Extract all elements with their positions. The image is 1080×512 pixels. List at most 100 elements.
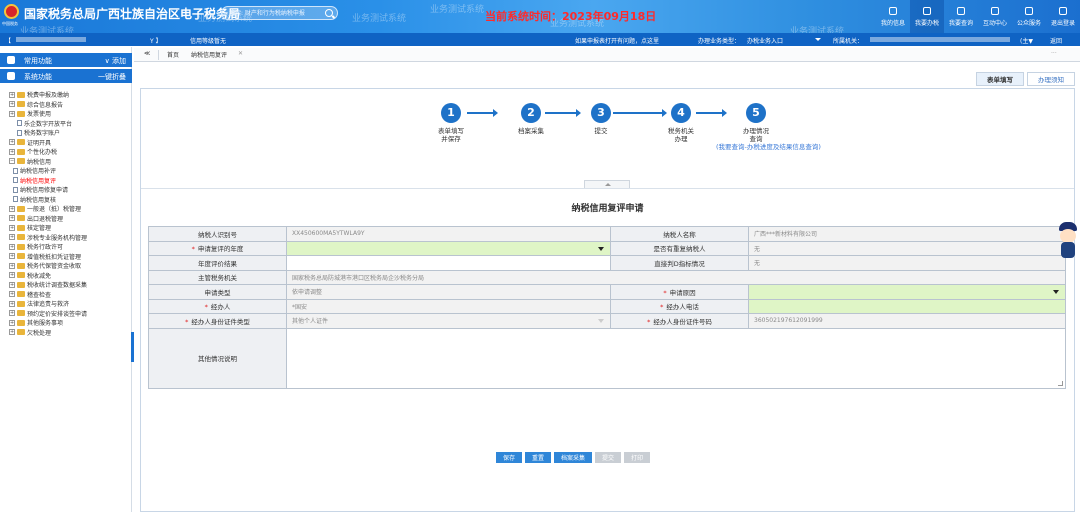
chevron-down-icon[interactable] [1053,290,1059,294]
sidebar-item[interactable]: + 增值税抵扣凭证管理 [0,252,132,262]
expand-icon[interactable]: + [9,110,15,117]
expand-icon[interactable]: + [9,319,15,326]
expand-icon[interactable]: + [9,281,15,288]
folder-icon [17,101,25,108]
sidebar-item[interactable]: +纳税信用修复申请 [0,185,132,195]
expand-icon[interactable]: + [9,329,15,336]
expand-icon[interactable]: + [9,224,15,231]
header-search-input[interactable] [229,9,319,18]
tab-form-fill[interactable]: 表单填写 [976,72,1024,86]
nav-do-tax[interactable]: 我要办税 [910,0,944,33]
nav-query[interactable]: 我要查询 [944,0,978,33]
common-functions-header[interactable]: 常用功能 ∨ 添加 [0,53,132,67]
expand-icon[interactable]: + [9,243,15,250]
reset-button[interactable]: 重置 [525,452,552,463]
search-icon[interactable] [325,9,333,17]
redacted-office [870,37,1010,42]
resize-handle-icon[interactable] [1058,380,1063,386]
sidebar-item[interactable]: + 欠税处理 [0,328,132,338]
agent-label: * 经办人 [148,298,287,314]
expand-icon[interactable]: + [9,234,15,241]
more-icon[interactable]: ··· [1051,50,1057,57]
collapse-all-button[interactable]: 一键折叠 [98,72,126,82]
header-search[interactable] [221,6,338,20]
tab-bar: ≪ 首页 纳税信用复评 ✕ ··· [134,48,1080,62]
arrow-icon [467,109,498,117]
sidebar-item[interactable]: + 预约定价安排谈签申请 [0,309,132,319]
expand-icon[interactable]: + [9,291,15,298]
agent-phone-input[interactable] [748,298,1066,314]
nav-interaction[interactable]: 互动中心 [978,0,1012,33]
collapse-icon[interactable]: − [9,158,15,165]
other-textarea[interactable] [286,327,1066,389]
sidebar-item[interactable]: + 一般退（抵）税管理 [0,204,132,214]
folder-icon [17,310,25,317]
sidebar-scrollbar[interactable] [131,332,134,362]
nav-my-info[interactable]: 我的信息 [876,0,910,33]
help-link[interactable]: 如果申报表打开有问题，点这里 [575,36,659,45]
tab-instructions[interactable]: 办理须知 [1027,72,1075,86]
sidebar-item[interactable]: − 纳税信用 [0,157,132,167]
sidebar-item[interactable]: + 涉税专业服务机构管理 [0,233,132,243]
archive-collect-button[interactable]: 档案采集 [554,452,593,463]
sidebar-item[interactable]: + 综合信息报告 [0,100,132,110]
chevron-down-icon[interactable] [598,246,604,251]
step-1: 1 表单填写 并保存 [411,103,491,143]
reason-select[interactable] [748,284,1066,300]
sidebar-item[interactable]: +纳税信用补评 [0,166,132,176]
expand-icon[interactable]: + [9,205,15,212]
sidebar: 常用功能 ∨ 添加 系统功能 一键折叠 + 税费申报及缴纳 + 综合信息报告 + 发票使用… [0,47,134,512]
folder-icon [17,291,25,298]
sidebar-item[interactable]: +纳税信用复评 [0,176,132,186]
sidebar-item[interactable]: + 稽查检查 [0,290,132,300]
sidebar-item[interactable]: + 税务代保管资金收取 [0,261,132,271]
sidebar-item[interactable]: +纳税信用复核 [0,195,132,205]
tab-back-button[interactable]: ≪ [144,50,150,57]
expand-icon[interactable]: + [9,101,15,108]
sidebar-item[interactable]: + 出口退税管理 [0,214,132,224]
add-common-button[interactable]: ∨ 添加 [105,56,126,66]
sidebar-item[interactable]: + 税务行政许可 [0,242,132,252]
folder-icon [17,243,25,250]
expand-icon[interactable]: + [9,272,15,279]
close-icon[interactable]: ✕ [238,50,243,57]
sidebar-item[interactable]: + 税收减免 [0,271,132,281]
tab-current[interactable]: 纳税信用复评 [191,50,227,59]
id-no-input[interactable]: 36050219761​2091999 [748,313,1066,329]
collapse-toggle[interactable] [584,180,630,188]
business-type-select[interactable]: 办税业务入口 [747,36,783,45]
expand-icon[interactable]: + [9,215,15,222]
sidebar-item[interactable]: +乐企数字开放平台 [0,119,132,129]
expand-icon[interactable]: + [9,139,15,146]
year-select[interactable] [286,240,611,256]
agent-input[interactable]: *国安 [286,298,611,314]
id-type-select[interactable]: 其他个人证件 [286,313,611,329]
nav-public-service[interactable]: 公众服务 [1012,0,1046,33]
sidebar-item[interactable]: + 税费申报及缴纳 [0,90,132,100]
nav-logout[interactable]: 退出登录 [1046,0,1080,33]
tab-home[interactable]: 首页 [167,50,179,59]
expand-icon[interactable]: + [9,91,15,98]
sidebar-item[interactable]: + 法律追责与救济 [0,299,132,309]
sidebar-item[interactable]: + 其他服务事项 [0,318,132,328]
sidebar-item[interactable]: + 证明开具 [0,138,132,148]
sidebar-item[interactable]: + 发票使用 [0,109,132,119]
expand-icon[interactable]: + [9,310,15,317]
sidebar-item[interactable]: + 个性化办税 [0,147,132,157]
expand-icon[interactable]: + [9,300,15,307]
chevron-down-icon[interactable] [815,38,821,41]
expand-icon[interactable]: + [9,253,15,260]
expand-icon[interactable]: + [9,262,15,269]
progress-query-link[interactable]: (我要查询-办税进度及结果信息查询) [716,143,821,151]
assistant-mascot-icon[interactable] [1056,222,1080,262]
sidebar-item-label: 出口退税管理 [27,215,64,223]
sidebar-item[interactable]: +税务数字账户 [0,128,132,138]
return-link[interactable]: 返回 [1050,36,1062,45]
system-functions-header[interactable]: 系统功能 一键折叠 [0,69,132,83]
expand-icon[interactable]: + [9,148,15,155]
tax-office-select[interactable]: (主▼ [1020,36,1033,45]
user-icon [889,6,897,15]
sidebar-item[interactable]: + 税收统计调查数据采集 [0,280,132,290]
sidebar-item[interactable]: + 核定管理 [0,223,132,233]
save-button[interactable]: 保存 [496,452,523,463]
